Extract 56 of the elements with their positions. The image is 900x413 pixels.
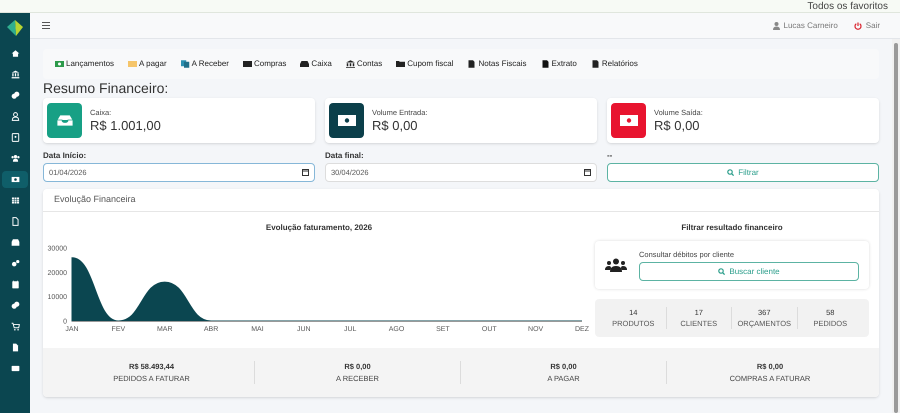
calendar-icon — [10, 280, 20, 289]
card-value: R$ 1.001,00 — [90, 118, 161, 134]
power-icon — [854, 22, 862, 30]
copy-icon — [180, 60, 190, 68]
panel-title: Evolução Financeira — [43, 189, 879, 212]
calendar-icon[interactable] — [302, 169, 309, 176]
nav-link[interactable]: A pagar — [128, 58, 167, 70]
nav-link[interactable]: Cupom fiscal — [396, 58, 454, 70]
logo-icon[interactable] — [6, 19, 24, 37]
nav-link[interactable]: Extrato — [540, 58, 577, 70]
file-icon — [540, 60, 550, 68]
nav-link[interactable]: Relatórios — [590, 58, 638, 70]
scrollbar[interactable] — [892, 39, 900, 413]
field-label: Data final: — [325, 150, 365, 161]
money-icon — [10, 175, 20, 184]
card-icon — [128, 60, 138, 68]
filter-title: Filtrar resultado financeiro — [681, 222, 783, 234]
menu-icon[interactable] — [42, 22, 50, 29]
search-icon — [727, 169, 734, 176]
inbox-icon — [300, 60, 310, 68]
home-icon — [10, 49, 20, 58]
nav-link[interactable]: A Receber — [180, 58, 229, 70]
bank-icon — [346, 60, 355, 68]
field-label: -- — [607, 150, 614, 161]
nav-link[interactable]: Contas — [346, 58, 382, 70]
sidebar-item[interactable] — [2, 171, 28, 188]
bookmarks-label[interactable]: Todos os favoritos — [807, 1, 888, 12]
user-icon — [10, 112, 20, 121]
file-icon — [10, 217, 20, 226]
money-icon — [338, 115, 356, 126]
user-name[interactable]: Lucas Carneiro — [784, 20, 838, 32]
cart-icon — [10, 322, 20, 331]
inbox-icon — [56, 115, 72, 126]
nav-link[interactable]: Lançamentos — [55, 58, 114, 70]
users-icon — [10, 154, 20, 163]
field-label: Data Início: — [43, 150, 88, 161]
money-icon — [620, 115, 638, 126]
section-title: Resumo Financeiro: — [43, 80, 170, 96]
nav-link[interactable]: Compras — [242, 58, 286, 70]
bank-icon — [10, 70, 20, 79]
table-icon — [10, 196, 20, 205]
money-icon — [55, 60, 64, 68]
chart-title: Evolução faturamento, 2026 — [266, 222, 372, 234]
folder-icon — [396, 60, 406, 68]
users-icon — [605, 258, 627, 272]
inbox-icon — [10, 238, 20, 247]
nav-link[interactable]: Caixa — [300, 58, 332, 70]
document-icon — [10, 343, 20, 352]
search-icon — [718, 268, 726, 276]
calendar-icon[interactable] — [584, 169, 591, 176]
contact-card-icon — [10, 133, 20, 142]
logout-link[interactable]: Sair — [866, 20, 880, 32]
card-value: R$ 0,00 — [654, 118, 701, 134]
card-value: R$ 0,00 — [372, 118, 419, 134]
nav-link[interactable]: Notas Fiscais — [467, 58, 526, 70]
user-icon — [772, 22, 780, 30]
